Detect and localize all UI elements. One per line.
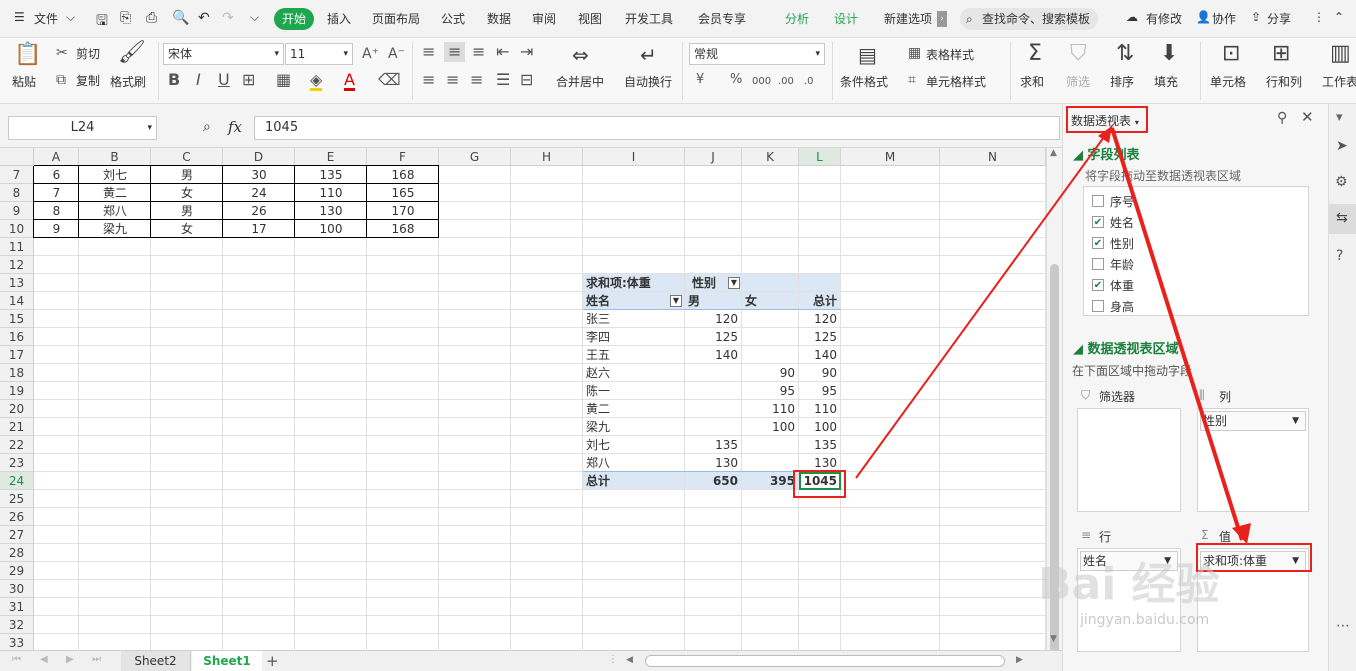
arrow-head-value [1232, 523, 1251, 544]
watermark-url: jingyan.baidu.com [1080, 612, 1210, 628]
arrow-line-to-value [1110, 127, 1244, 541]
arrow-line-to-title [855, 125, 1113, 479]
arrow-head-title [1098, 126, 1112, 143]
watermark-logo: Bai 经验 [1038, 559, 1220, 610]
